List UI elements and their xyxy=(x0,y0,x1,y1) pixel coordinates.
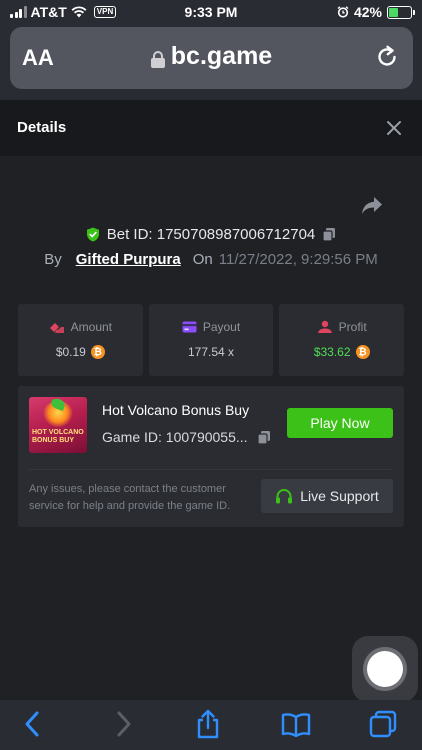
address-bar[interactable]: AA bc.game xyxy=(10,27,413,89)
profit-value: $33.62 xyxy=(313,345,351,359)
bet-id: Bet ID: 1750708987006712704 xyxy=(106,226,316,243)
alarm-icon xyxy=(337,6,349,18)
verified-shield-icon xyxy=(86,227,99,242)
bet-stats: Amount $0.19 ₿ Payout 177.54 x Profit $3… xyxy=(18,304,405,376)
game-id: Game ID: 100790055... xyxy=(102,429,248,445)
modal-title: Details xyxy=(17,119,67,136)
bet-date: 11/27/2022, 9:29:56 PM xyxy=(218,251,378,268)
payout-card: Payout 177.54 x xyxy=(148,304,274,376)
bitcoin-icon: ₿ xyxy=(90,345,105,359)
user-link[interactable]: Gifted Purpura xyxy=(76,251,181,268)
game-id-row: Game ID: 100790055... xyxy=(102,429,271,445)
forward-icon[interactable] xyxy=(108,709,138,739)
back-icon[interactable] xyxy=(18,709,48,739)
assistive-touch-button[interactable] xyxy=(352,636,418,702)
browser-chrome: AT&T VPN 9:33 PM 42% AA bc.game xyxy=(0,0,422,100)
modal-header: Details xyxy=(0,100,422,156)
on-label: On xyxy=(192,251,213,268)
share-icon[interactable] xyxy=(361,196,383,216)
divider xyxy=(29,469,393,470)
amount-icon xyxy=(49,322,64,333)
url-field[interactable]: bc.game xyxy=(10,42,413,71)
battery-percent: 42% xyxy=(353,4,382,20)
amount-card: Amount $0.19 ₿ xyxy=(18,304,143,376)
lock-icon xyxy=(150,50,165,68)
bet-id-row: Bet ID: 1750708987006712704 xyxy=(0,226,422,243)
support-notice: Any issues, please contact the customer … xyxy=(29,483,231,512)
share-sheet-icon[interactable] xyxy=(193,709,223,739)
amount-label: Amount xyxy=(70,320,113,334)
reload-icon[interactable] xyxy=(374,44,400,70)
bookmarks-icon[interactable] xyxy=(281,709,311,739)
payout-label: Payout xyxy=(202,320,241,334)
game-name: Hot Volcano Bonus Buy xyxy=(102,402,250,418)
game-thumbnail[interactable]: HOT VOLCANO BONUS BUY xyxy=(29,397,87,453)
thumbnail-title: HOT VOLCANO BONUS BUY xyxy=(32,429,84,444)
profit-card: Profit $33.62 ₿ xyxy=(279,304,405,376)
by-label: By xyxy=(44,251,62,268)
url-text: bc.game xyxy=(170,42,273,70)
tabs-icon[interactable] xyxy=(368,709,398,739)
amount-value: $0.19 xyxy=(55,345,86,359)
payout-value: 177.54 x xyxy=(187,345,235,359)
close-icon[interactable] xyxy=(386,120,402,136)
live-support-button[interactable]: Live Support xyxy=(261,479,393,513)
bet-byline: By Gifted Purpura On 11/27/2022, 9:29:56… xyxy=(0,251,422,268)
browser-toolbar xyxy=(0,700,422,750)
copy-icon[interactable] xyxy=(256,430,271,445)
game-card: HOT VOLCANO BONUS BUY Hot Volcano Bonus … xyxy=(18,386,404,527)
status-bar: AT&T VPN 9:33 PM 42% xyxy=(0,0,422,24)
profit-label: Profit xyxy=(338,320,367,334)
headset-icon xyxy=(276,488,293,503)
payout-icon xyxy=(182,321,197,333)
live-support-label: Live Support xyxy=(300,488,379,504)
play-now-button[interactable]: Play Now xyxy=(287,408,393,438)
bitcoin-icon: ₿ xyxy=(355,345,370,359)
copy-icon[interactable] xyxy=(322,227,336,242)
bet-details-panel: Bet ID: 1750708987006712704 By Gifted Pu… xyxy=(0,156,422,700)
profit-icon xyxy=(317,320,332,333)
battery-icon xyxy=(387,5,415,19)
